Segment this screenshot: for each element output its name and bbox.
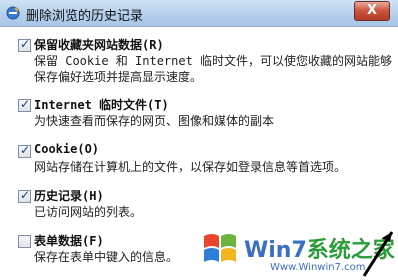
option-description: 网站存储在计算机上的文件，以保存如登录信息等首选项。 [34,160,347,174]
checkbox-preserve-favorites[interactable]: ✓ [18,37,31,52]
close-button[interactable]: X [354,1,390,21]
watermark-url: Www.Winwin7.com [270,262,366,273]
title-bar: 删除浏览的历史记录 X [0,0,398,27]
checkbox-cookies[interactable]: ✓ [18,143,31,158]
ie-delete-history-icon [6,6,20,20]
option-description: 保留 Cookie 和 Internet 临时文件，可以使您收藏的网站能够保存偏… [34,54,393,84]
checkbox-form-data[interactable] [18,235,31,248]
option-label: 历史记录(H) [34,189,104,203]
option-label: Internet 临时文件(T) [34,98,169,112]
delete-browsing-history-dialog: 删除浏览的历史记录 X ✓ 保留收藏夹网站数据(R) 保留 Cookie 和 I… [0,0,398,280]
checkmark-icon: ✓ [20,37,31,51]
checkbox-history[interactable]: ✓ [18,188,31,203]
option-description: 为快速查看而保存的网页、图像和媒体的副本 [34,114,275,128]
option-label: 表单数据(F) [34,234,104,248]
close-icon: X [366,3,378,18]
option-label: Cookie(O) [34,142,100,156]
watermark-brand-part1: Win7 [244,238,307,263]
checkmark-icon: ✓ [20,143,31,157]
windows-flag-icon [204,234,236,262]
window-title: 删除浏览的历史记录 [26,9,144,24]
checkbox-temp-internet-files[interactable]: ✓ [18,97,31,112]
checkmark-icon: ✓ [20,97,31,111]
arrow-cursor-icon [362,231,394,277]
checkmark-icon: ✓ [20,188,31,202]
option-description: 已访问网站的列表。 [34,205,143,219]
option-label: 保留收藏夹网站数据(R) [34,38,164,52]
